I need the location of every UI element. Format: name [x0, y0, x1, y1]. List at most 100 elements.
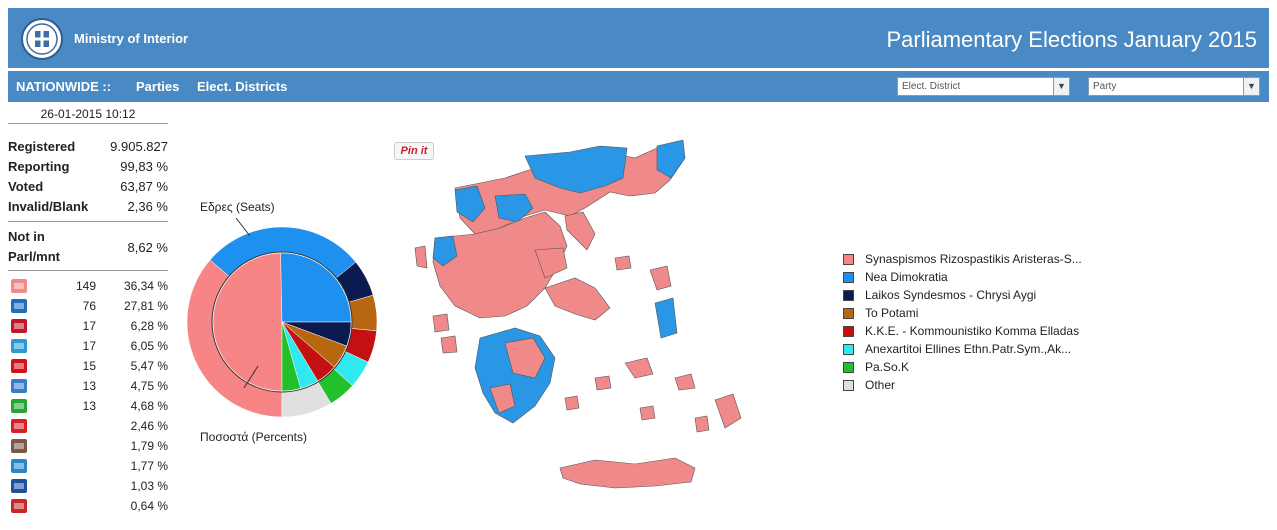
nd-logo-icon — [8, 297, 30, 315]
legend-label: Other — [865, 378, 896, 392]
page-title: Parliamentary Elections January 2015 — [886, 27, 1257, 52]
party-percent: 5,47 % — [130, 359, 168, 373]
party-row[interactable]: 0,64 % — [8, 496, 168, 516]
legend-swatch — [843, 325, 854, 337]
party-row[interactable]: 76 27,81 % — [8, 296, 168, 316]
legend-swatch — [843, 289, 854, 301]
legend-swatch — [843, 379, 854, 391]
leader-portrait-icon — [8, 437, 30, 455]
party-seats: 17 — [82, 319, 96, 333]
nav-parties[interactable]: Parties — [136, 79, 179, 94]
party-row[interactable]: 13 4,75 % — [8, 376, 168, 396]
party-select-value: Party — [1093, 81, 1117, 92]
invalid-value: 2,36 % — [127, 199, 168, 214]
party-seats: 15 — [82, 359, 96, 373]
party-row[interactable]: 15 5,47 % — [8, 356, 168, 376]
legend-item: Nea Dimokratia — [843, 268, 1082, 286]
party-seats: 13 — [82, 379, 96, 393]
party-seats: 149 — [75, 279, 96, 293]
party-percent: 0,64 % — [130, 499, 168, 513]
legend-swatch — [843, 307, 854, 319]
reporting-row: Reporting 99,83 % — [8, 157, 168, 177]
nav-elect-districts[interactable]: Elect. Districts — [197, 79, 287, 94]
update-timestamp: 26-01-2015 10:12 — [8, 104, 168, 124]
legend-item: Anexartitoi Ellines Ethn.Patr.Sym.,Ak... — [843, 340, 1082, 358]
not-in-parliament-value: 8,62 % — [127, 239, 168, 255]
party-percent: 6,05 % — [130, 339, 168, 353]
party-seats: 17 — [82, 339, 96, 353]
legend-item: Other — [843, 376, 1082, 394]
legend-label: Anexartitoi Ellines Ethn.Patr.Sym.,Ak... — [865, 342, 1072, 356]
kke-logo-icon — [8, 357, 30, 375]
chevron-down-icon: ▼ — [1243, 78, 1259, 95]
kidiso-logo-icon — [8, 417, 30, 435]
legend-item: To Potami — [843, 304, 1082, 322]
party-row[interactable]: 13 4,68 % — [8, 396, 168, 416]
not-in-parliament-label: Not in Parl/mnt — [8, 229, 61, 264]
legend-label: Laikos Syndesmos - Chrysi Aygi — [865, 288, 1037, 302]
registered-label: Registered — [8, 139, 76, 154]
voted-label: Voted — [8, 179, 44, 194]
seats-chart-label: Εδρες (Seats) — [200, 200, 275, 214]
party-seats: 76 — [82, 299, 96, 313]
golden-dawn-logo-icon — [8, 317, 30, 335]
ministry-name[interactable]: Ministry of Interior — [74, 31, 188, 46]
invalid-row: Invalid/Blank 2,36 % — [8, 197, 168, 217]
party-percent: 6,28 % — [130, 319, 168, 333]
registered-row: Registered 9.905.827 — [8, 137, 168, 157]
percents-chart-label: Ποσοστά (Percents) — [200, 430, 308, 444]
voted-value: 63,87 % — [120, 179, 168, 194]
party-percent: 1,03 % — [130, 479, 168, 493]
nav-nationwide[interactable]: NATIONWIDE :: — [16, 79, 111, 94]
party-map-logo-icon — [8, 497, 30, 515]
party-row[interactable]: 17 6,28 % — [8, 316, 168, 336]
chart-legend: Synaspismos Rizospastikis Aristeras-S...… — [843, 250, 1082, 394]
legend-label: Nea Dimokratia — [865, 270, 948, 284]
legend-item: Laikos Syndesmos - Chrysi Aygi — [843, 286, 1082, 304]
legend-swatch — [843, 271, 854, 283]
legend-swatch — [843, 253, 854, 265]
district-select-value: Elect. District — [902, 81, 961, 92]
syriza-logo-icon — [8, 277, 30, 295]
party-row[interactable]: 149 36,34 % — [8, 276, 168, 296]
party-select[interactable]: Party ▼ — [1088, 77, 1260, 96]
party-percent: 2,46 % — [130, 419, 168, 433]
party-row[interactable]: 2,46 % — [8, 416, 168, 436]
legend-label: Pa.So.K — [865, 360, 910, 374]
district-select[interactable]: Elect. District ▼ — [897, 77, 1070, 96]
legend-label: K.K.E. - Kommounistiko Komma Elladas — [865, 324, 1080, 338]
greek-emblem-icon[interactable] — [21, 18, 63, 60]
chart-callout-lines — [235, 218, 259, 388]
greece-results-map-icon[interactable] — [395, 138, 820, 506]
party-row[interactable]: 17 6,05 % — [8, 336, 168, 356]
party-percent: 1,77 % — [130, 459, 168, 473]
nav-bar: NATIONWIDE :: Parties Elect. Districts E… — [8, 71, 1269, 102]
party-results-list: 149 36,34 % 76 27,81 % 17 6,28 % 17 6,05… — [8, 276, 168, 516]
potami-logo-icon — [8, 337, 30, 355]
party-row[interactable]: 1,03 % — [8, 476, 168, 496]
page-header: Ministry of Interior Parliamentary Elect… — [8, 8, 1269, 68]
anel-logo-icon — [8, 377, 30, 395]
not-in-parliament-row: Not in Parl/mnt 8,62 % — [8, 226, 168, 268]
results-sidebar: 26-01-2015 10:12 Registered 9.905.827 Re… — [8, 104, 168, 516]
legend-item: Pa.So.K — [843, 358, 1082, 376]
party-percent: 36,34 % — [123, 279, 168, 293]
reporting-value: 99,83 % — [120, 159, 168, 174]
party-percent: 4,68 % — [130, 399, 168, 413]
party-percent: 1,79 % — [130, 439, 168, 453]
party-seats: 13 — [82, 399, 96, 413]
legend-swatch — [843, 361, 854, 373]
reporting-label: Reporting — [8, 159, 70, 174]
party-row[interactable]: 1,77 % — [8, 456, 168, 476]
party-percent: 27,81 % — [123, 299, 168, 313]
voted-row: Voted 63,87 % — [8, 177, 168, 197]
legend-item: K.K.E. - Kommounistiko Komma Elladas — [843, 322, 1082, 340]
legend-label: Synaspismos Rizospastikis Aristeras-S... — [865, 252, 1082, 266]
legend-label: To Potami — [865, 306, 919, 320]
legend-swatch — [843, 343, 854, 355]
pasok-logo-icon — [8, 397, 30, 415]
party-percent: 4,75 % — [130, 379, 168, 393]
party-row[interactable]: 1,79 % — [8, 436, 168, 456]
chevron-down-icon: ▼ — [1053, 78, 1069, 95]
teleia-logo-icon — [8, 457, 30, 475]
